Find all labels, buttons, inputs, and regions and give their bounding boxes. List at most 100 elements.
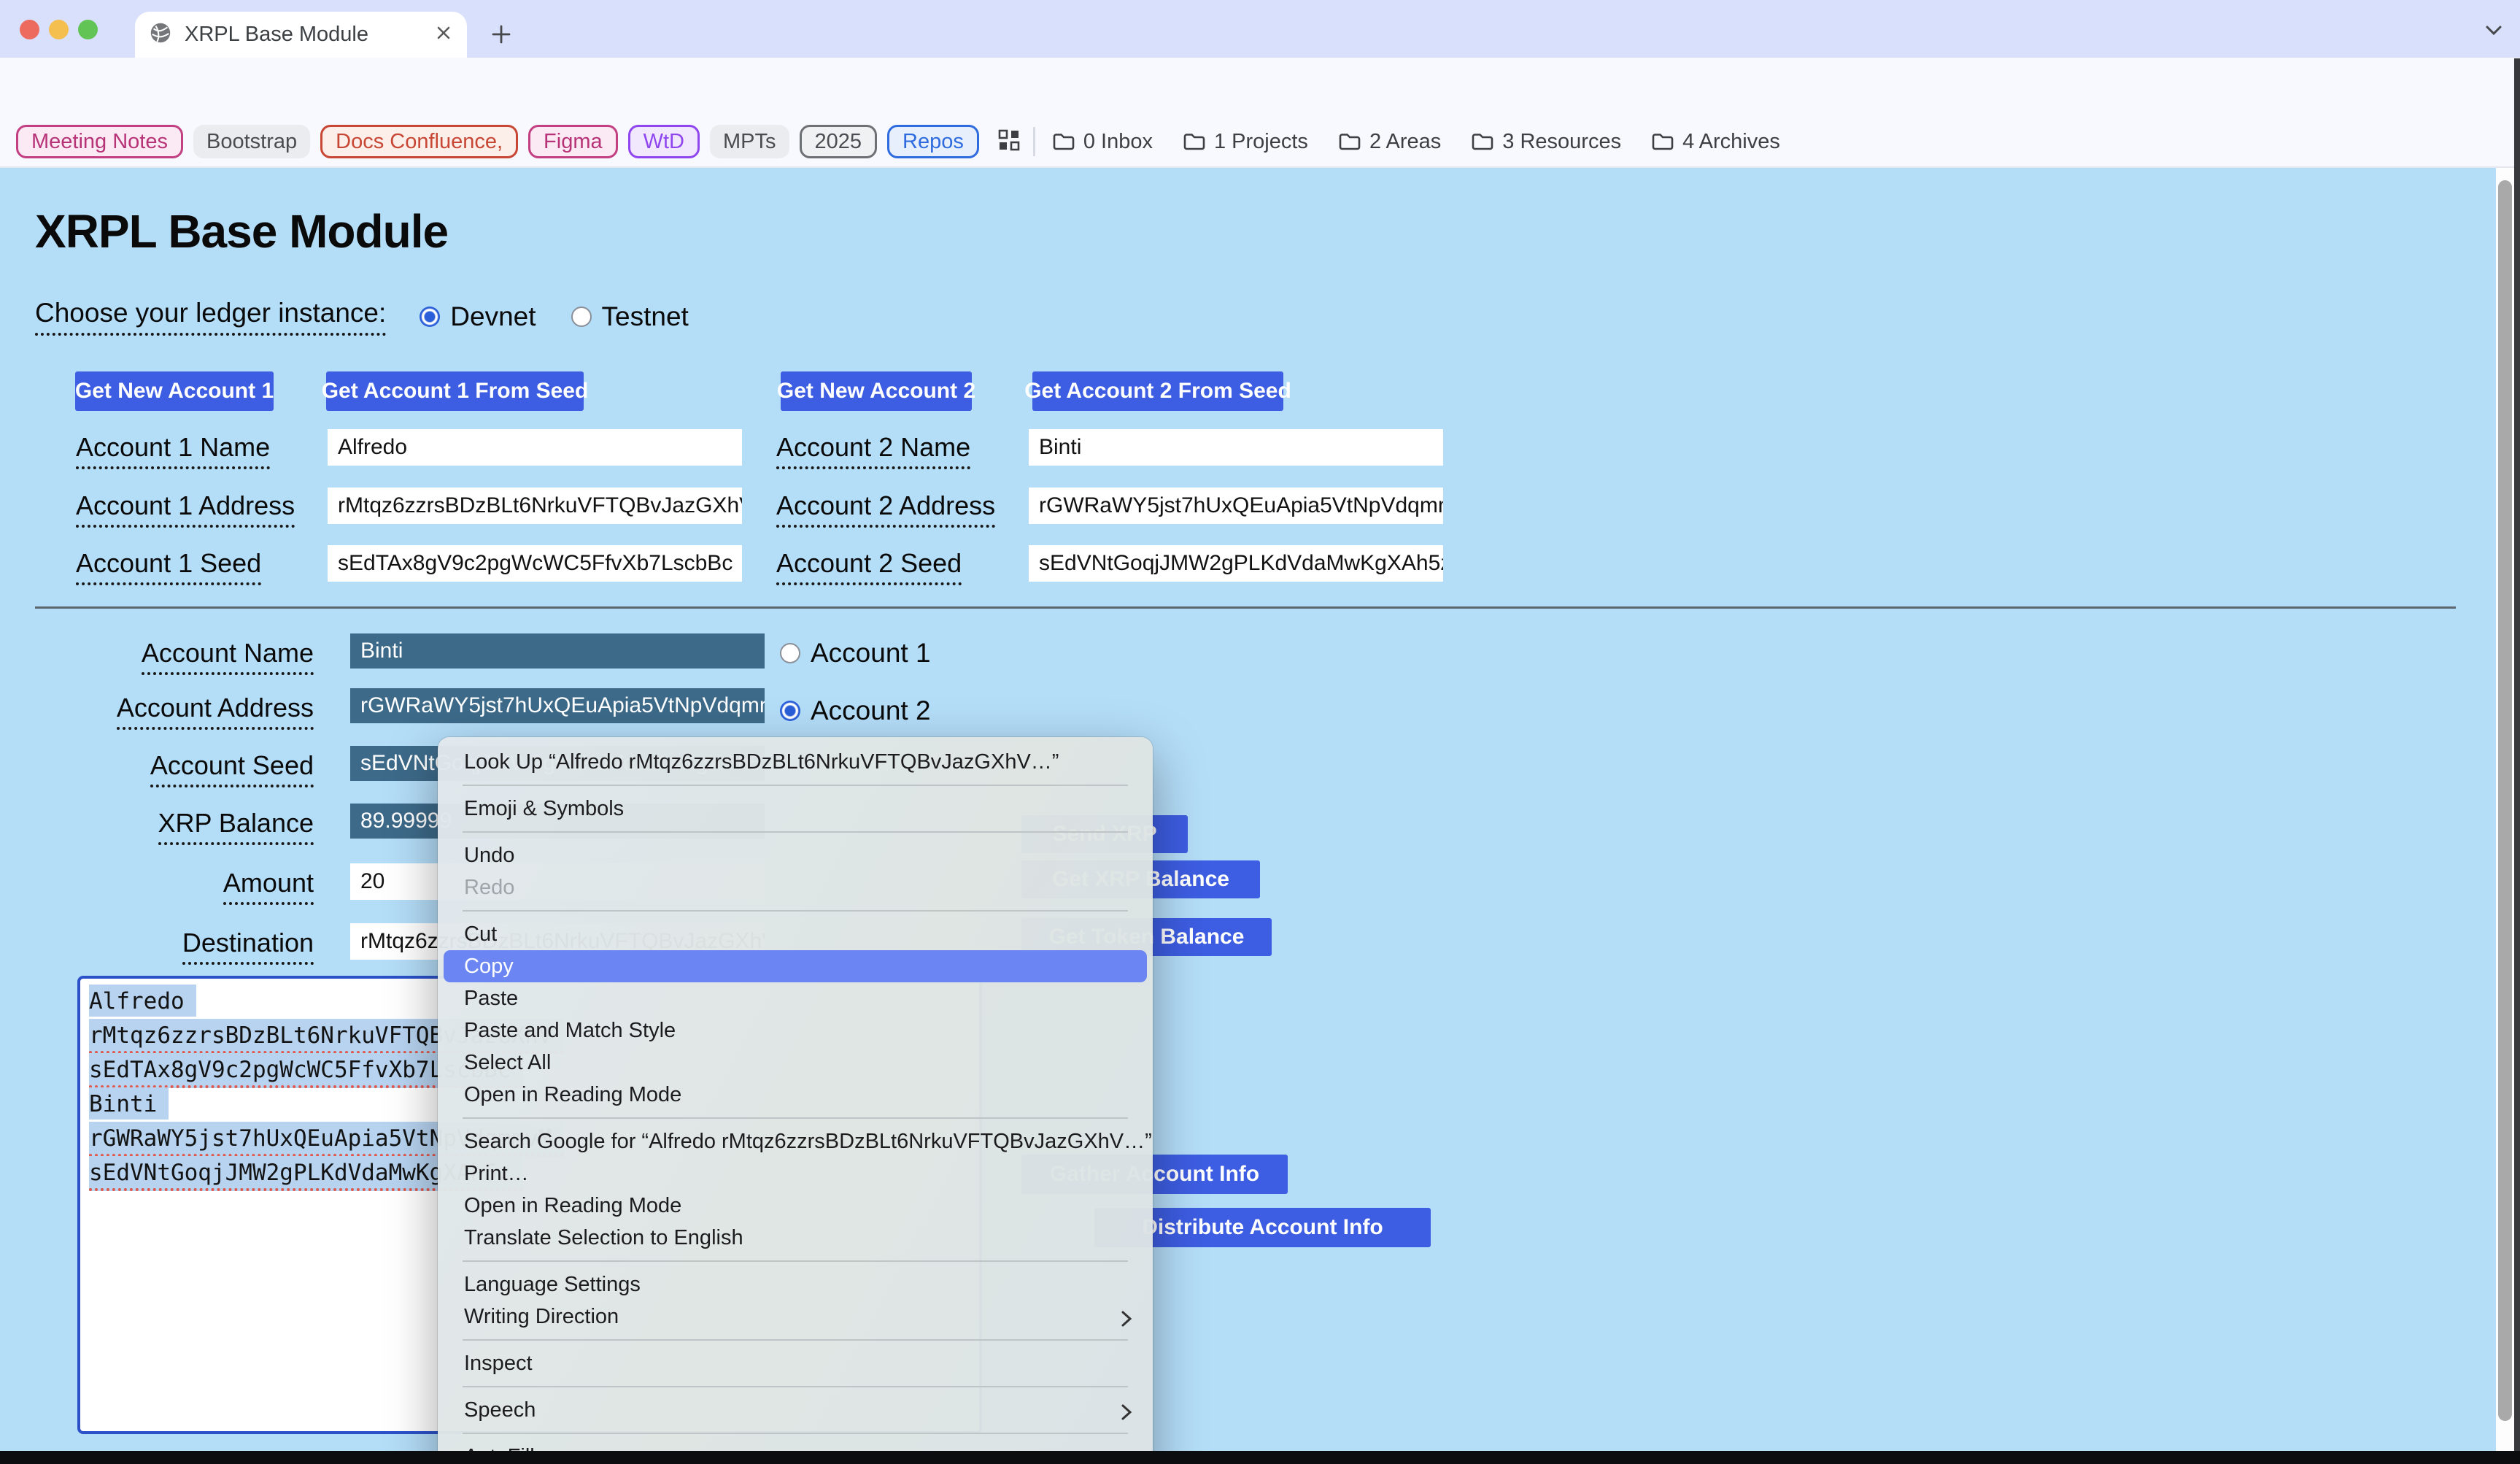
bookmark-group-figma[interactable]: Figma (528, 125, 618, 158)
bookmark-group-mpts[interactable]: MPTs (710, 125, 789, 158)
folder-label: 0 Inbox (1083, 130, 1153, 154)
menu-separator (463, 1117, 1128, 1119)
amount-label: Amount (0, 868, 314, 898)
testnet-radio[interactable] (571, 307, 592, 327)
bookmark-label: WtD (643, 130, 684, 154)
menu-item-undo[interactable]: Undo (438, 839, 1153, 871)
scrollbar-thumb[interactable] (2498, 180, 2512, 1421)
destination-label: Destination (0, 928, 314, 958)
menu-item-open-reading-mode-2[interactable]: Open in Reading Mode (438, 1190, 1153, 1222)
account-1-seed-label: Account 1 Seed (76, 548, 261, 579)
account-2-address-label: Account 2 Address (776, 490, 995, 521)
get-account-2-from-seed-button[interactable]: Get Account 2 From Seed (1032, 371, 1283, 411)
menu-item-paste[interactable]: Paste (438, 982, 1153, 1014)
apps-grid-icon[interactable] (995, 126, 1023, 158)
menu-item-translate[interactable]: Translate Selection to English (438, 1222, 1153, 1254)
account-1-name-label: Account 1 Name (76, 432, 270, 463)
menu-separator (463, 1433, 1128, 1434)
testnet-label: Testnet (602, 301, 689, 332)
account-2-radio-row: Account 2 (780, 696, 931, 726)
menu-item-look-up[interactable]: Look Up “Alfredo rMtqz6zzrsBDzBLt6NrkuVF… (438, 746, 1153, 778)
browser-tab[interactable]: XRPL Base Module (135, 12, 467, 58)
account-2-radio-label: Account 2 (811, 696, 931, 726)
section-divider (35, 606, 2456, 609)
new-tab-button[interactable] (483, 16, 519, 53)
account-2-name-field[interactable]: Binti (1029, 429, 1443, 466)
tab-search-chevron-icon[interactable] (2478, 16, 2510, 45)
folder-label: 4 Archives (1682, 130, 1780, 154)
account-1-radio-row: Account 1 (780, 638, 931, 669)
account-1-name-field[interactable]: Alfredo (328, 429, 742, 466)
page-content: XRPL Base Module Choose your ledger inst… (0, 168, 2520, 1464)
menu-separator (463, 785, 1128, 786)
context-menu: Look Up “Alfredo rMtqz6zzrsBDzBLt6NrkuVF… (438, 737, 1153, 1464)
minimize-window-button[interactable] (49, 20, 69, 39)
devnet-radio[interactable] (420, 307, 440, 327)
menu-item-copy[interactable]: Copy (444, 950, 1147, 982)
bookmark-label: MPTs (723, 130, 776, 154)
page-title: XRPL Base Module (35, 204, 448, 258)
menu-item-redo: Redo (438, 871, 1153, 904)
get-new-account-2-button[interactable]: Get New Account 2 (781, 371, 972, 411)
menu-item-select-all[interactable]: Select All (438, 1047, 1153, 1079)
bookmark-folder-areas[interactable]: 2 Areas (1337, 130, 1441, 154)
account-1-address-label: Account 1 Address (76, 490, 295, 521)
menu-item-emoji-symbols[interactable]: Emoji & Symbols (438, 793, 1153, 825)
menu-item-inspect[interactable]: Inspect (438, 1347, 1153, 1379)
bookmark-label: Figma (544, 130, 603, 154)
menu-item-cut[interactable]: Cut (438, 918, 1153, 950)
submenu-chevron-icon (1121, 1400, 1132, 1426)
menu-separator (463, 1339, 1128, 1341)
menu-separator (463, 910, 1128, 912)
account-1-radio-label: Account 1 (811, 638, 931, 669)
xrp-balance-label: XRP Balance (0, 808, 314, 839)
account-seed-label: Account Seed (0, 750, 314, 781)
menu-item-search-google[interactable]: Search Google for “Alfredo rMtqz6zzrsBDz… (438, 1125, 1153, 1157)
bookmarks-bar: Meeting Notes Bootstrap Docs Confluence,… (0, 117, 2520, 168)
scrollbar-track[interactable] (2496, 168, 2514, 1464)
maximize-window-button[interactable] (78, 20, 98, 39)
bookmark-folder-projects[interactable]: 1 Projects (1182, 130, 1308, 154)
bookmark-group-bootstrap[interactable]: Bootstrap (193, 125, 310, 158)
tab-strip: XRPL Base Module (0, 0, 2520, 58)
bookmark-folder-inbox[interactable]: 0 Inbox (1051, 130, 1153, 154)
menu-item-paste-match-style[interactable]: Paste and Match Style (438, 1014, 1153, 1047)
bookmark-folder-archives[interactable]: 4 Archives (1650, 130, 1780, 154)
bookmark-label: Docs Confluence, (336, 130, 503, 154)
account-1-radio[interactable] (780, 643, 800, 663)
bookmark-group-2025[interactable]: 2025 (800, 125, 878, 158)
menu-item-print[interactable]: Print… (438, 1157, 1153, 1190)
menu-item-language-settings[interactable]: Language Settings (438, 1268, 1153, 1301)
menu-separator (463, 831, 1128, 833)
bookmark-group-docs-confluence[interactable]: Docs Confluence, (320, 125, 518, 158)
get-new-account-1-button[interactable]: Get New Account 1 (75, 371, 274, 411)
account-2-radio[interactable] (780, 701, 800, 721)
browser-window: XRPL Base Module File /Users/ddawson/Doc… (0, 0, 2520, 1464)
ledger-instance-label: Choose your ledger instance: (35, 298, 386, 336)
bookmark-label: Bootstrap (206, 130, 297, 154)
bookmark-label: Meeting Notes (31, 130, 168, 154)
bookmark-label: 2025 (815, 130, 862, 154)
close-window-button[interactable] (20, 20, 39, 39)
menu-separator (463, 1386, 1128, 1387)
menu-item-writing-direction[interactable]: Writing Direction (438, 1301, 1153, 1333)
account-1-seed-field[interactable]: sEdTAx8gV9c2pgWcWC5FfvXb7LscbBc (328, 545, 742, 582)
close-tab-icon[interactable] (433, 23, 454, 47)
account-2-address-field[interactable]: rGWRaWY5jst7hUxQEuApia5VtNpVdqmmvM (1029, 488, 1443, 524)
bookmark-group-meeting-notes[interactable]: Meeting Notes (16, 125, 183, 158)
bookmark-folder-resources[interactable]: 3 Resources (1470, 130, 1621, 154)
get-account-1-from-seed-button[interactable]: Get Account 1 From Seed (326, 371, 584, 411)
account-address-field[interactable]: rGWRaWY5jst7hUxQEuApia5VtNpVdqmmvM (350, 688, 765, 723)
menu-separator (463, 1260, 1128, 1262)
folder-label: 1 Projects (1214, 130, 1308, 154)
account-1-address-field[interactable]: rMtqz6zzrsBDzBLt6NrkuVFTQBvJazGXhV (328, 488, 742, 524)
bookmark-label: Repos (903, 130, 964, 154)
bookmark-group-repos[interactable]: Repos (887, 125, 979, 158)
account-2-seed-field[interactable]: sEdVNtGoqjJMW2gPLKdVdaMwKgXAh5z (1029, 545, 1443, 582)
menu-item-speech[interactable]: Speech (438, 1394, 1153, 1426)
menu-item-open-reading-mode[interactable]: Open in Reading Mode (438, 1079, 1153, 1111)
submenu-chevron-icon (1121, 1306, 1132, 1333)
account-name-label: Account Name (0, 638, 314, 669)
account-name-field[interactable]: Binti (350, 633, 765, 669)
bookmark-group-wtd[interactable]: WtD (628, 125, 700, 158)
